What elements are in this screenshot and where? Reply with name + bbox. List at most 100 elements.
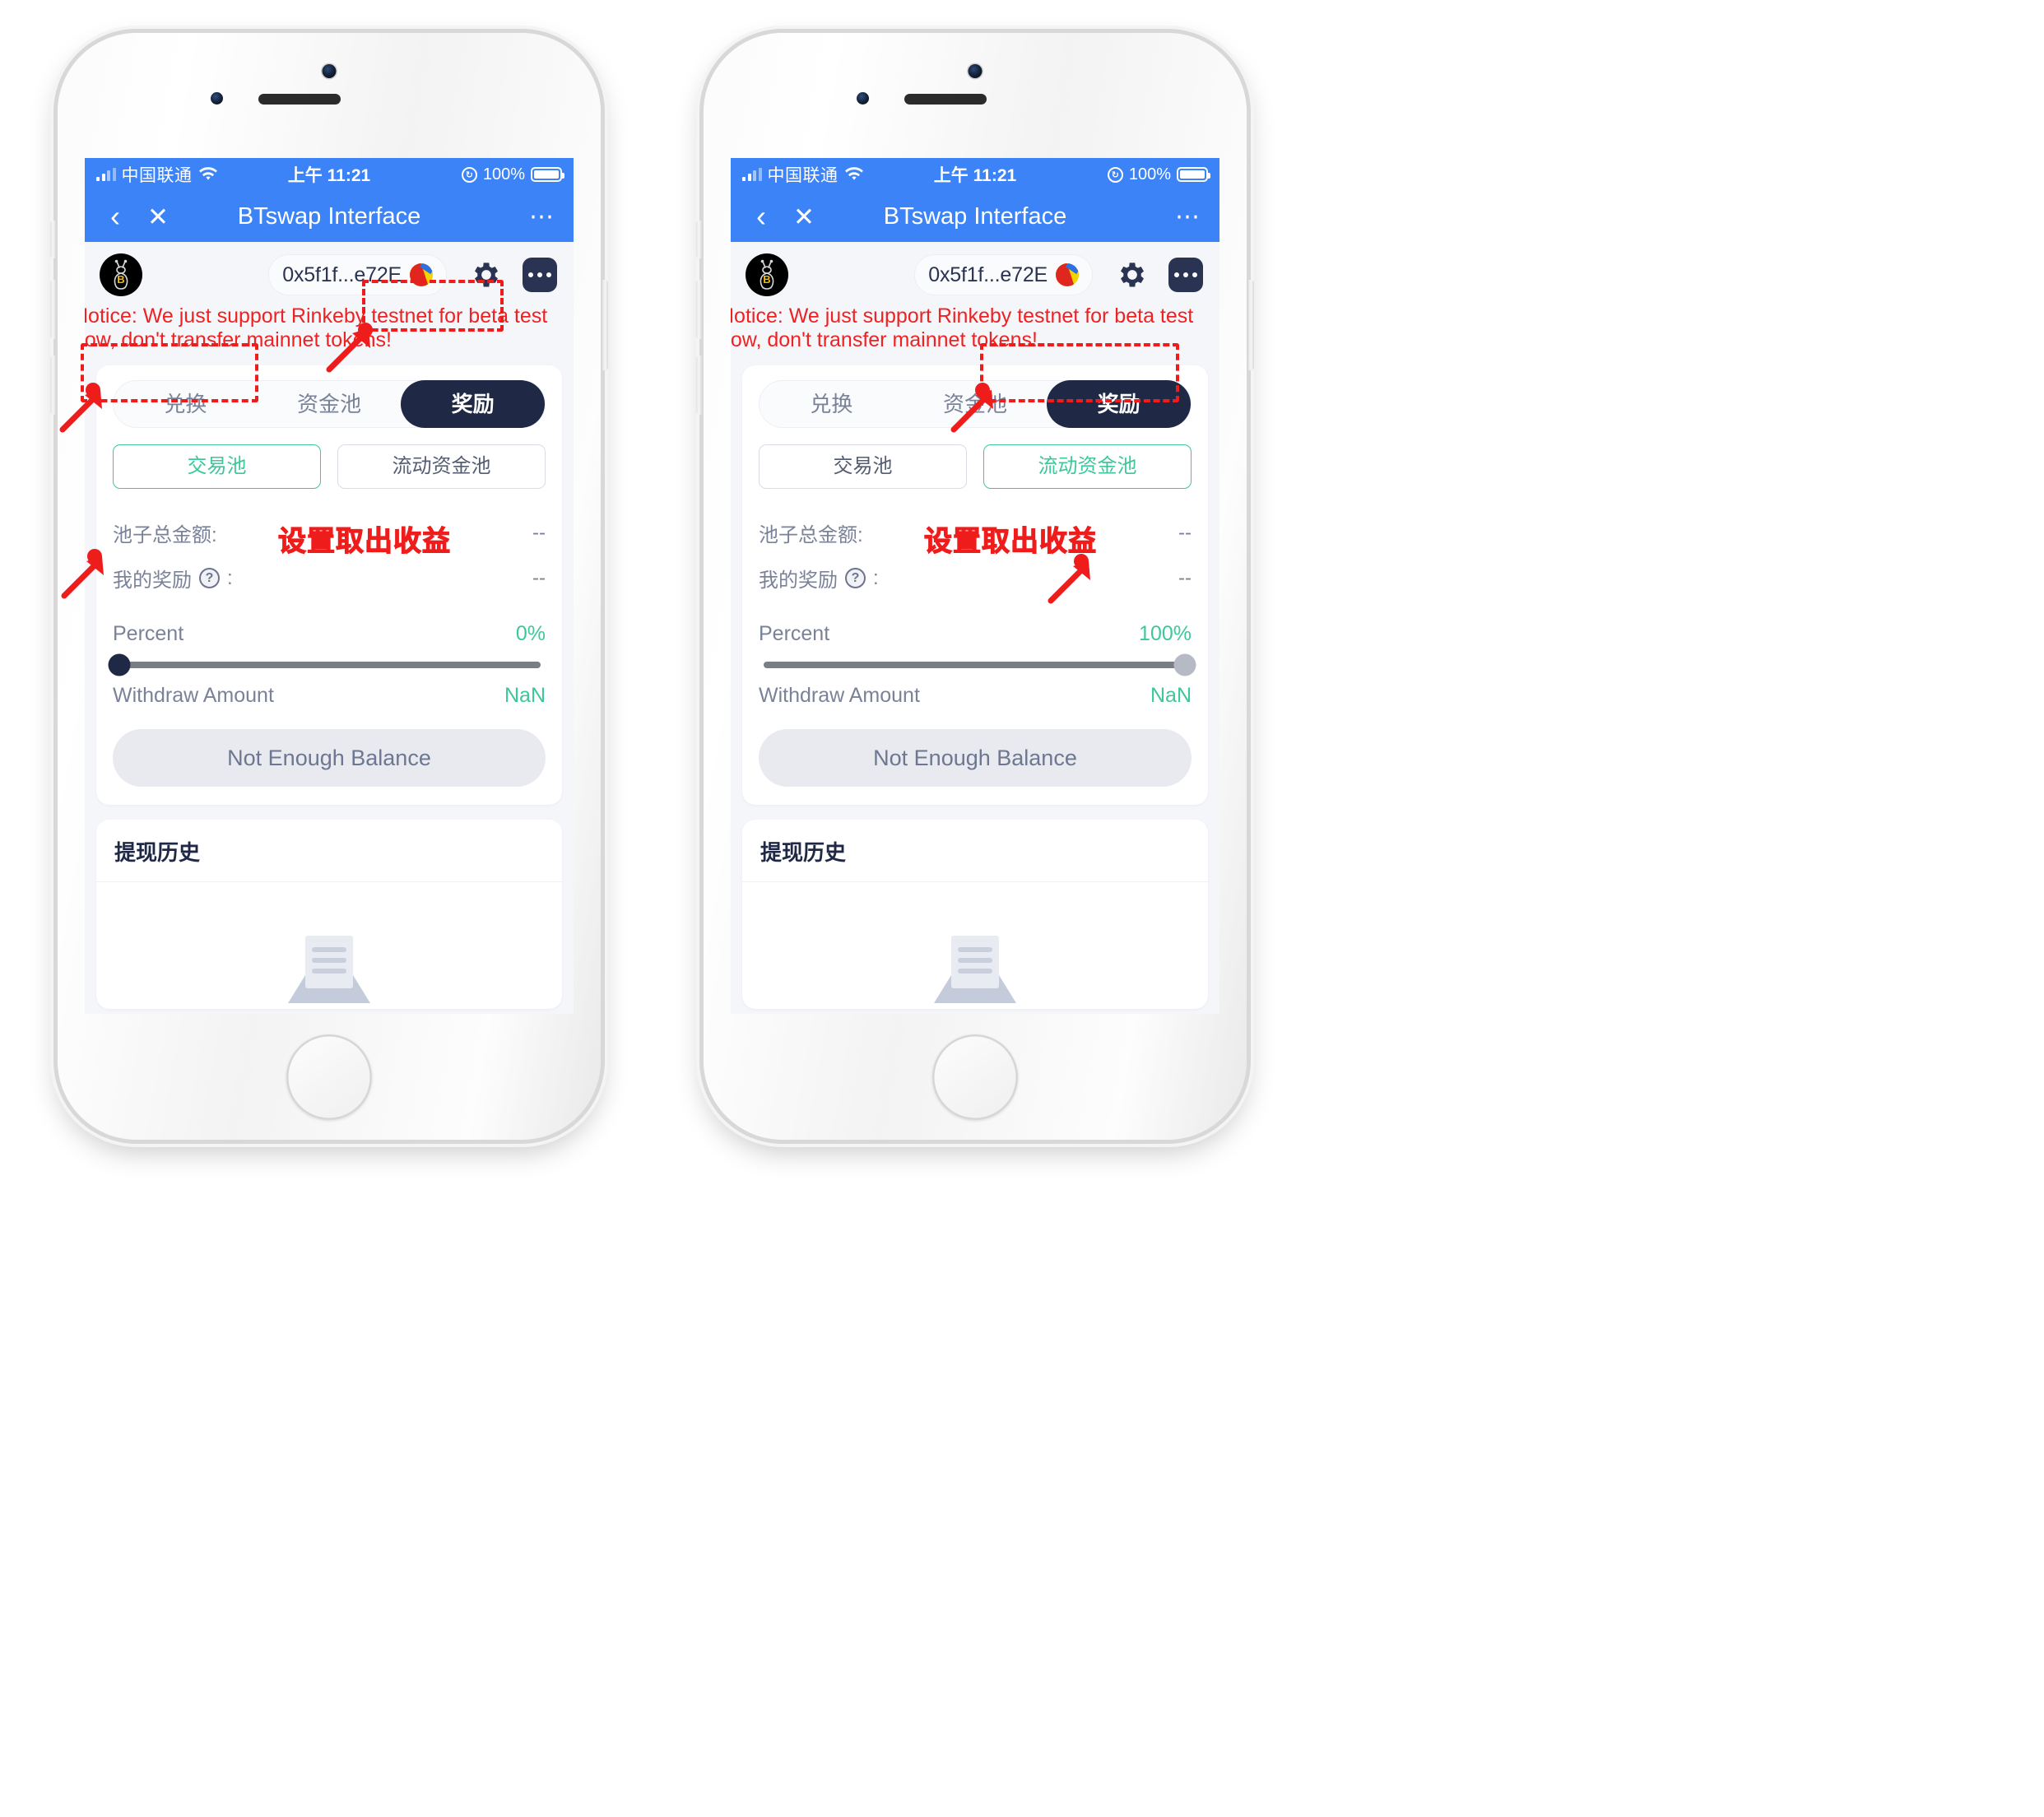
row-my-rewards-value: --: [532, 566, 546, 589]
earpiece-speaker: [258, 94, 341, 105]
slider-track[interactable]: [118, 662, 541, 668]
proximity-sensor-icon: [211, 92, 223, 105]
btswap-bee-logo-icon: B: [100, 253, 142, 296]
wallet-address-pill[interactable]: 0x5f1f...e72E: [914, 254, 1093, 295]
slider-thumb[interactable]: [108, 653, 131, 676]
jazzicon-avatar: [1056, 263, 1079, 286]
subtab-trading-pool[interactable]: 交易池: [759, 444, 967, 489]
slider-track[interactable]: [764, 662, 1187, 668]
row-pool-total-label: 池子总金额:: [113, 524, 217, 546]
tab-pool[interactable]: 资金池: [258, 380, 402, 428]
sub-tabs: 交易池 流动资金池: [759, 444, 1192, 489]
phone-device-right: 中国联通 上午 11:21 ↻ 100% ‹ ✕ BTswap Interfac…: [696, 33, 1254, 1140]
wallet-address-label: 0x5f1f...e72E: [928, 263, 1048, 286]
subtab-liquidity-pool[interactable]: 流动资金池: [337, 444, 546, 489]
svg-text:B: B: [117, 273, 124, 286]
status-bar: 中国联通 上午 11:21 ↻ 100%: [85, 158, 574, 191]
withdraw-amount-value: NaN: [504, 684, 546, 707]
slider-thumb[interactable]: [1173, 653, 1196, 676]
withdraw-row: Withdraw Amount NaN: [113, 684, 546, 708]
subtab-trading-pool[interactable]: 交易池: [113, 444, 321, 489]
percent-value: 0%: [515, 622, 546, 645]
front-camera-icon: [322, 64, 337, 78]
rotation-lock-icon: ↻: [1107, 166, 1123, 183]
close-button[interactable]: ✕: [146, 204, 170, 230]
percent-slider[interactable]: [108, 653, 546, 676]
back-button[interactable]: ‹: [103, 202, 128, 231]
row-my-rewards-value: --: [1178, 566, 1192, 589]
annotation-box-liquidity-pool: [980, 343, 1179, 402]
ellipsis-square-icon[interactable]: [523, 258, 557, 292]
percent-label: Percent: [113, 622, 184, 645]
row-my-rewards-colon: :: [873, 566, 879, 589]
row-my-rewards: 我的奖励 ? : --: [113, 555, 546, 601]
volume-up-button[interactable]: [50, 280, 56, 339]
close-button[interactable]: ✕: [792, 204, 816, 230]
question-mark-icon[interactable]: ?: [199, 568, 220, 588]
submit-button[interactable]: Not Enough Balance: [113, 729, 546, 787]
volume-down-button[interactable]: [50, 356, 56, 415]
status-bar-right: ↻ 100%: [1107, 165, 1210, 184]
percent-header: Percent 0%: [113, 622, 546, 646]
row-my-rewards: 我的奖励 ? : --: [759, 555, 1192, 601]
home-button[interactable]: [286, 1034, 372, 1120]
btswap-bee-logo-icon: B: [746, 253, 788, 296]
signal-bars-icon: [742, 167, 762, 181]
app-header: B 0x5f1f...e72E: [731, 242, 1219, 303]
status-bar-left: 中国联通: [96, 162, 218, 187]
row-my-rewards-text: 我的奖励: [759, 569, 838, 592]
subtab-liquidity-pool[interactable]: 流动资金池: [983, 444, 1192, 489]
mute-switch[interactable]: [696, 221, 702, 258]
submit-button[interactable]: Not Enough Balance: [759, 729, 1192, 787]
row-my-rewards-colon: :: [227, 566, 233, 589]
percent-value: 100%: [1139, 622, 1192, 645]
percent-block: Percent 0% Withdraw Amount NaN: [108, 622, 546, 708]
annotation-arrow-slider: [1048, 561, 1090, 604]
wifi-icon: [844, 167, 863, 180]
power-button[interactable]: [1248, 280, 1254, 370]
withdraw-amount-label: Withdraw Amount: [113, 684, 274, 707]
annotation-label-set-withdraw: 设置取出收益: [277, 524, 451, 558]
rewards-card: 兑换 资金池 奖励 交易池 流动资金池 池子总金额: -- 我的奖励 ?: -…: [96, 365, 562, 805]
row-my-rewards-label: 我的奖励 ? :: [113, 564, 233, 592]
annotation-label-set-withdraw: 设置取出收益: [923, 524, 1097, 558]
ellipsis-square-icon[interactable]: [1168, 258, 1203, 292]
volume-down-button[interactable]: [696, 356, 702, 415]
percent-label: Percent: [759, 622, 830, 645]
percent-slider[interactable]: [759, 653, 1196, 676]
signal-bars-icon: [96, 167, 116, 181]
sub-tabs: 交易池 流动资金池: [113, 444, 546, 489]
nav-bar: ‹ ✕ BTswap Interface ⋯: [731, 191, 1219, 242]
back-button[interactable]: ‹: [749, 202, 773, 231]
status-bar: 中国联通 上午 11:21 ↻ 100%: [731, 158, 1219, 191]
nav-more-button[interactable]: ⋯: [1175, 204, 1201, 229]
history-card: 提现历史: [742, 820, 1208, 1009]
row-pool-total-value: --: [532, 521, 546, 544]
nav-bar: ‹ ✕ BTswap Interface ⋯: [85, 191, 574, 242]
withdraw-row: Withdraw Amount NaN: [759, 684, 1192, 708]
mute-switch[interactable]: [50, 221, 56, 258]
home-button[interactable]: [932, 1034, 1018, 1120]
battery-icon: [1177, 167, 1210, 182]
tab-rewards[interactable]: 奖励: [401, 380, 546, 428]
tab-swap[interactable]: 兑换: [760, 380, 904, 428]
row-my-rewards-text: 我的奖励: [113, 569, 192, 592]
nav-more-button[interactable]: ⋯: [529, 204, 555, 229]
question-mark-icon[interactable]: ?: [845, 568, 866, 588]
gear-icon[interactable]: [1116, 258, 1149, 291]
annotation-arrow-liquidity-pool: [950, 390, 993, 433]
rotation-lock-icon: ↻: [461, 166, 477, 183]
row-my-rewards-label: 我的奖励 ? :: [759, 564, 879, 592]
percent-header: Percent 100%: [759, 622, 1192, 646]
volume-up-button[interactable]: [696, 280, 702, 339]
withdraw-amount-label: Withdraw Amount: [759, 684, 920, 707]
battery-percent-label: 100%: [482, 165, 525, 184]
percent-block: Percent 100% Withdraw Amount NaN: [759, 622, 1196, 708]
proximity-sensor-icon: [857, 92, 869, 105]
power-button[interactable]: [602, 280, 608, 370]
carrier-label: 中国联通: [121, 166, 193, 185]
row-pool-total-value: --: [1178, 521, 1192, 544]
battery-icon: [531, 167, 564, 182]
withdraw-amount-value: NaN: [1150, 684, 1192, 707]
phone-device-left: 中国联通 上午 11:21 ↻ 100% ‹ ✕ BTswap Interfac…: [50, 33, 608, 1140]
